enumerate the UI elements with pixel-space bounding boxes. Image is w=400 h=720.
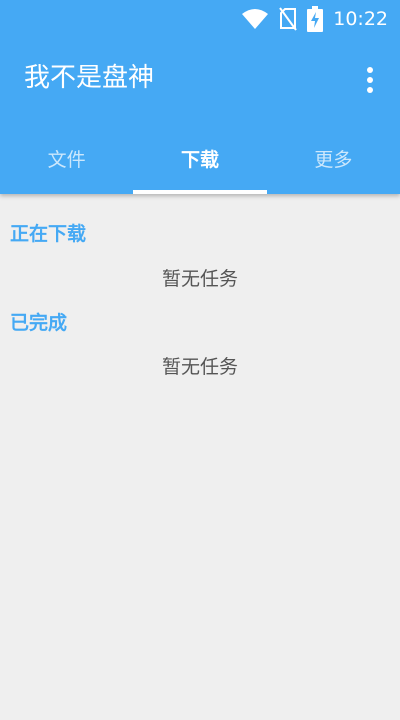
tab-files[interactable]: 文件 — [0, 122, 133, 194]
section-title-completed: 已完成 — [10, 312, 68, 334]
status-clock: 10:22 — [333, 8, 388, 30]
status-icons: 10:22 — [241, 6, 388, 32]
app-title: 我不是盘神 — [24, 63, 155, 93]
tab-label: 更多 — [314, 148, 353, 171]
overflow-menu-icon-dot — [367, 87, 373, 93]
empty-state-completed: 暂无任务 — [161, 356, 238, 378]
app-root: 10:22 我不是盘神 文件 下载 更多 正在下载 暂无任务 已完成 暂无任务 — [0, 0, 400, 720]
no-sim-icon — [279, 7, 298, 31]
overflow-menu-icon — [367, 67, 373, 73]
tab-label: 下载 — [180, 148, 219, 171]
toolbar: 我不是盘神 — [0, 38, 400, 122]
tab-indicator — [133, 190, 267, 194]
section-title-downloading: 正在下载 — [10, 223, 87, 245]
overflow-menu-button[interactable] — [358, 62, 382, 98]
empty-state-downloading: 暂无任务 — [161, 268, 238, 290]
battery-charging-icon — [307, 6, 324, 32]
wifi-icon — [241, 8, 269, 30]
tab-downloads[interactable]: 下载 — [133, 122, 267, 194]
tab-bar: 文件 下载 更多 — [0, 122, 400, 194]
tab-label: 文件 — [47, 148, 86, 171]
overflow-menu-icon-dot — [367, 77, 373, 83]
tab-more[interactable]: 更多 — [267, 122, 400, 194]
status-bar: 10:22 — [0, 0, 400, 38]
app-bar: 10:22 我不是盘神 文件 下载 更多 — [0, 0, 400, 194]
